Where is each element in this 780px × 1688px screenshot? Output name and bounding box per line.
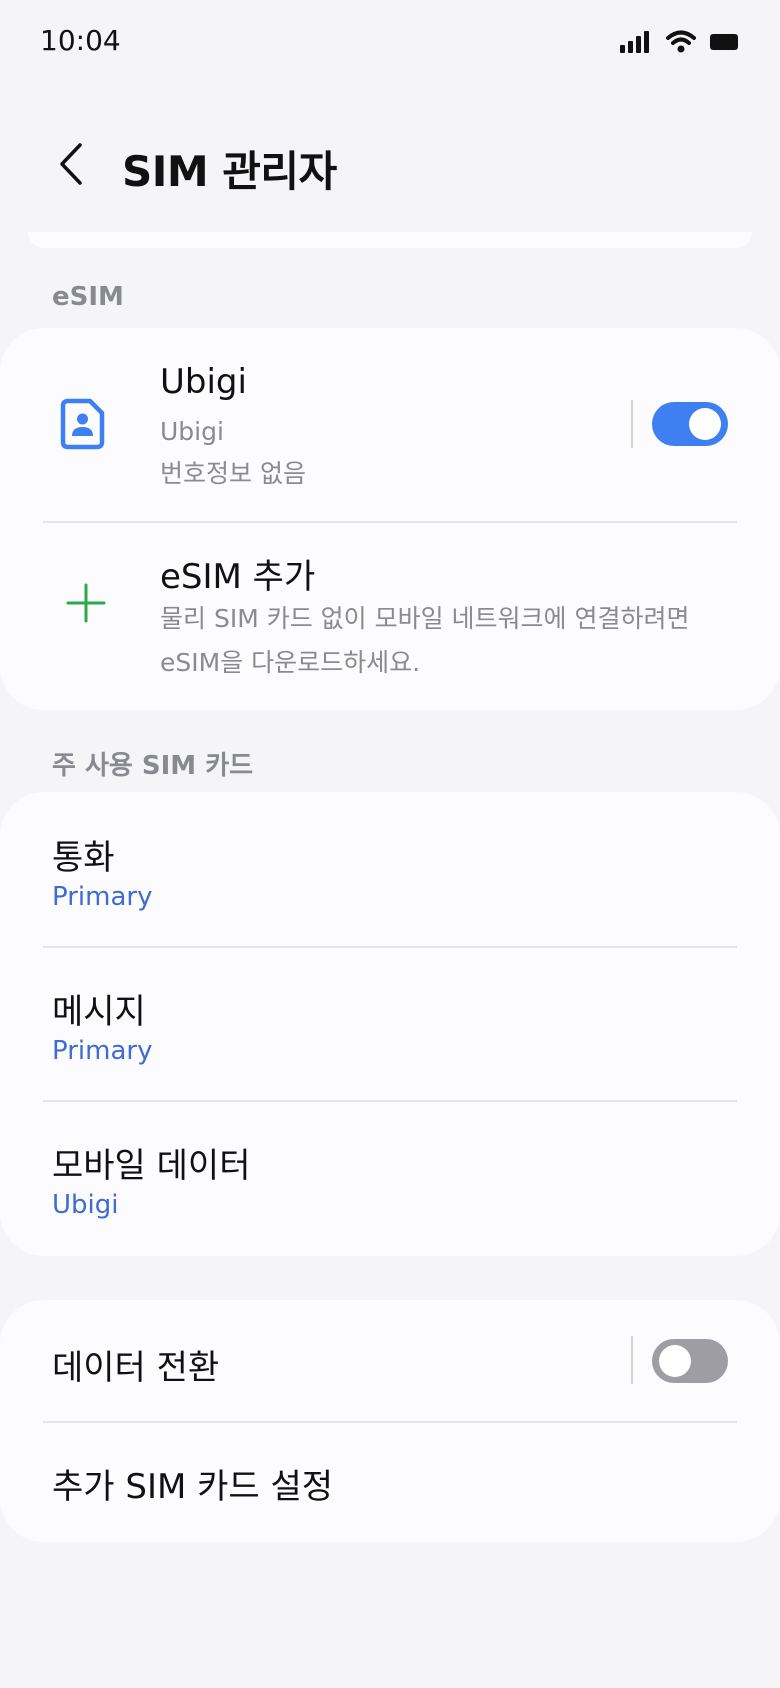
toggle-separator bbox=[631, 400, 633, 448]
status-bar: 10:04 bbox=[0, 0, 780, 90]
primary-sim-card: 통화 Primary 메시지 Primary 모바일 데이터 Ubigi bbox=[0, 792, 780, 1256]
esim-item-ubigi[interactable]: Ubigi Ubigi 번호정보 없음 bbox=[0, 328, 612, 522]
battery-icon bbox=[710, 34, 738, 50]
primary-item-calls[interactable]: 통화 Primary bbox=[0, 792, 780, 946]
toggle-knob bbox=[659, 1345, 691, 1377]
mobile-data-value: Ubigi bbox=[52, 1190, 119, 1220]
page-title: SIM 관리자 bbox=[122, 147, 337, 196]
more-sim-settings-title: 추가 SIM 카드 설정 bbox=[52, 1467, 334, 1507]
section-label-esim: eSIM bbox=[52, 282, 124, 312]
chevron-left-icon bbox=[60, 143, 82, 185]
messages-title: 메시지 bbox=[52, 992, 146, 1032]
data-switch-title: 데이터 전환 bbox=[52, 1348, 220, 1388]
esim-ubigi-toggle[interactable] bbox=[652, 402, 728, 446]
status-icons bbox=[620, 30, 740, 54]
status-time: 10:04 bbox=[40, 24, 121, 57]
toggle-knob bbox=[689, 408, 721, 440]
esim-card: Ubigi Ubigi 번호정보 없음 eSIM 추가 물리 SIM 카드 없이… bbox=[0, 328, 780, 710]
calls-title: 통화 bbox=[52, 838, 115, 878]
wifi-icon bbox=[666, 30, 696, 53]
data-switch-toggle[interactable] bbox=[652, 1339, 728, 1383]
add-esim-description-line1: 물리 SIM 카드 없이 모바일 네트워크에 연결하려면 bbox=[160, 604, 690, 633]
add-esim-description-line2: eSIM을 다운로드하세요. bbox=[160, 648, 421, 677]
primary-item-mobile-data[interactable]: 모바일 데이터 Ubigi bbox=[0, 1102, 780, 1256]
data-switch-item[interactable]: 데이터 전환 bbox=[0, 1300, 612, 1422]
toggle-separator bbox=[631, 1336, 633, 1384]
app-bar: SIM 관리자 bbox=[0, 120, 780, 210]
calls-value: Primary bbox=[52, 882, 153, 912]
more-sim-settings-item[interactable]: 추가 SIM 카드 설정 bbox=[0, 1423, 780, 1542]
add-esim-item[interactable]: eSIM 추가 물리 SIM 카드 없이 모바일 네트워크에 연결하려면 eSI… bbox=[0, 523, 780, 710]
section-label-primary-sim: 주 사용 SIM 카드 bbox=[52, 751, 254, 781]
signal-icon bbox=[620, 31, 649, 53]
add-esim-title: eSIM 추가 bbox=[160, 557, 316, 597]
plus-icon bbox=[66, 583, 106, 623]
back-button[interactable] bbox=[44, 134, 98, 194]
esim-number: 번호정보 없음 bbox=[160, 459, 306, 488]
sim-card-icon bbox=[60, 398, 105, 450]
esim-carrier: Ubigi bbox=[160, 417, 224, 446]
more-settings-card: 데이터 전환 추가 SIM 카드 설정 bbox=[0, 1300, 780, 1542]
messages-value: Primary bbox=[52, 1036, 153, 1066]
primary-item-messages[interactable]: 메시지 Primary bbox=[0, 948, 780, 1100]
esim-name: Ubigi bbox=[160, 362, 247, 402]
scroll-edge-card bbox=[28, 232, 752, 248]
mobile-data-title: 모바일 데이터 bbox=[52, 1146, 251, 1186]
